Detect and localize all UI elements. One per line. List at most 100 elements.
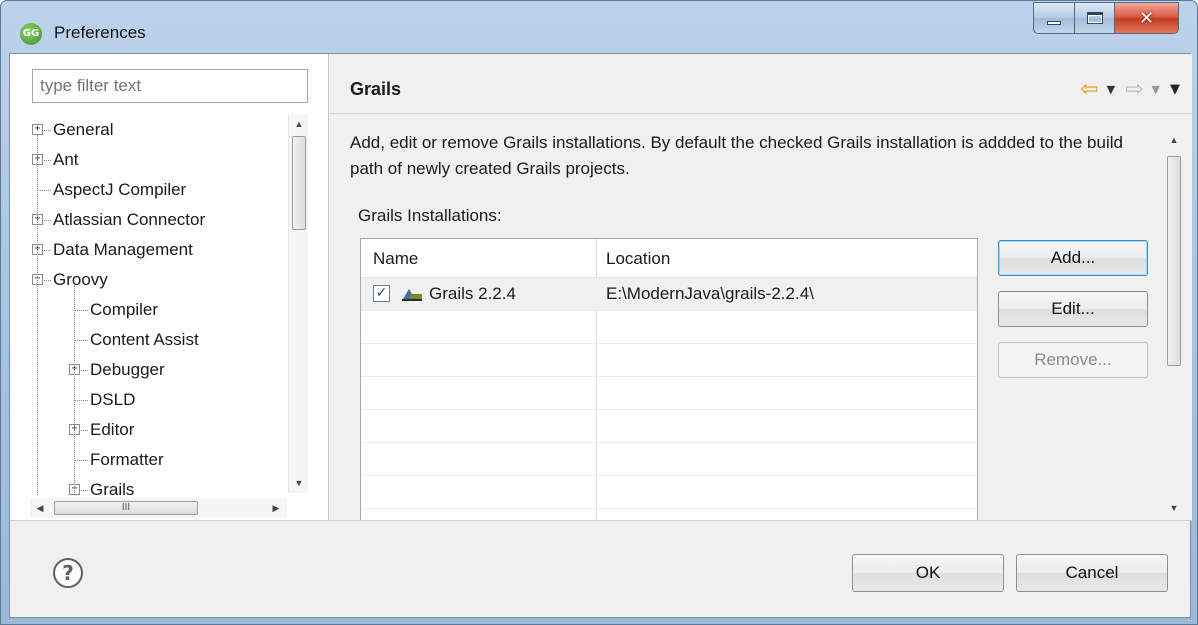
sidebar-horizontal-scrollbar[interactable]: ◀ III ▶: [30, 498, 287, 518]
scroll-right-icon[interactable]: ▶: [266, 498, 286, 518]
table-header: Name Location: [361, 239, 977, 278]
tree-item-label: Content Assist: [90, 330, 199, 349]
page-vertical-scrollbar[interactable]: ▲ ▼: [1162, 130, 1186, 520]
tree-item[interactable]: Formatter: [30, 445, 286, 475]
tree-item[interactable]: + Debugger: [30, 355, 286, 385]
dialog-client-area: + General +Ant AspectJ Compiler +Atlassian C…: [9, 53, 1192, 618]
scroll-left-icon[interactable]: ◀: [30, 498, 50, 518]
tree-item[interactable]: + Ant: [30, 145, 286, 175]
view-menu-icon[interactable]: ▼: [1170, 82, 1180, 97]
tree-connector: [44, 250, 51, 251]
scroll-thumb[interactable]: [292, 136, 306, 230]
tree-connector: [74, 310, 88, 311]
page-description: Add, edit or remove Grails installations…: [350, 133, 1123, 178]
minimize-button[interactable]: [1033, 2, 1075, 34]
tree-item-label: Debugger: [90, 360, 165, 379]
table-row: [361, 311, 977, 344]
preferences-tree: + General + Ant AspectJ Compiler + Atlassian C…: [30, 115, 286, 497]
scroll-up-icon[interactable]: ▲: [1164, 130, 1184, 150]
expand-icon[interactable]: +: [32, 124, 43, 135]
tree-connector: [44, 220, 51, 221]
forward-arrow-icon[interactable]: ⇨: [1125, 77, 1143, 102]
forward-history-dropdown-icon[interactable]: ▼: [1152, 83, 1160, 96]
footer-divider: [10, 520, 1192, 521]
tree-connector: [81, 370, 88, 371]
tree-item-label: AspectJ Compiler: [53, 180, 187, 199]
scroll-down-icon[interactable]: ▼: [1164, 498, 1184, 518]
tree-item[interactable]: + Atlassian Connector: [30, 205, 286, 235]
tree-item-label: Editor: [90, 420, 135, 439]
grails-installation-icon: [402, 289, 422, 301]
table-row[interactable]: ✓ Grails 2.2.4 E:\ModernJava\grails-2.2.4\: [361, 278, 977, 311]
tree-connector: [74, 460, 88, 461]
tree-connector: [74, 340, 88, 341]
tree-item-label: Data Management: [53, 240, 193, 259]
tree-item[interactable]: AspectJ Compiler: [30, 175, 286, 205]
tree-item[interactable]: DSLD: [30, 385, 286, 415]
ok-button[interactable]: OK: [852, 554, 1004, 592]
tree-connector: [81, 430, 88, 431]
filter-input[interactable]: [32, 69, 308, 103]
tree-item[interactable]: + Data Management: [30, 235, 286, 265]
page-navigation: ⇦ ▼ ⇨ ▼ ▼: [1080, 77, 1180, 102]
window-controls: ✕: [1033, 2, 1179, 36]
installation-name: Grails 2.2.4: [429, 284, 516, 303]
title-bar[interactable]: GG Preferences ✕: [1, 1, 1197, 53]
installation-location: E:\ModernJava\grails-2.2.4\: [606, 284, 814, 303]
tree-connector: [44, 130, 51, 131]
cancel-button[interactable]: Cancel: [1016, 554, 1168, 592]
table-row: [361, 377, 977, 410]
preferences-page: Grails ⇦ ▼ ⇨ ▼ ▼ Add, edit or remove Gra…: [330, 54, 1192, 520]
table-row: [361, 344, 977, 377]
header-divider: [330, 113, 1192, 114]
tree-item[interactable]: − Grails: [30, 475, 286, 497]
column-header-name[interactable]: Name: [373, 249, 418, 269]
installations-table: Name Location ✓ Grails 2.2.4 E:\ModernJava…: [360, 238, 978, 520]
add-button[interactable]: Add...: [998, 240, 1148, 276]
edit-button[interactable]: Edit...: [998, 291, 1148, 327]
table-row: [361, 443, 977, 476]
maximize-icon: [1086, 12, 1103, 24]
window-title: Preferences: [54, 23, 146, 42]
scroll-up-icon[interactable]: ▲: [289, 114, 309, 134]
tree-item-label: Compiler: [90, 300, 159, 319]
tree-item[interactable]: Compiler: [30, 295, 286, 325]
scroll-thumb[interactable]: [1167, 156, 1181, 366]
table-row: [361, 410, 977, 443]
close-button[interactable]: ✕: [1115, 2, 1179, 34]
back-arrow-icon[interactable]: ⇦: [1080, 77, 1098, 102]
page-header: Grails ⇦ ▼ ⇨ ▼ ▼: [330, 71, 1192, 105]
tree-connector: [74, 400, 88, 401]
tree-item-label: Atlassian Connector: [53, 210, 206, 229]
tree-connector: [37, 135, 38, 495]
tree-connector: [37, 190, 51, 191]
back-history-dropdown-icon[interactable]: ▼: [1107, 83, 1115, 96]
tree-item-label: Grails: [90, 480, 135, 497]
column-header-location[interactable]: Location: [606, 249, 670, 269]
tree-item[interactable]: Content Assist: [30, 325, 286, 355]
tree-item[interactable]: + Editor: [30, 415, 286, 445]
tree-connector: [74, 285, 75, 495]
table-row: [361, 476, 977, 509]
app-icon: GG: [20, 23, 42, 45]
preferences-window: GG Preferences ✕ + General +Ant AspectJ Com…: [0, 0, 1198, 625]
tree-item-label: Groovy: [53, 270, 108, 289]
help-icon[interactable]: ?: [53, 558, 83, 588]
sidebar-vertical-scrollbar[interactable]: ▲ ▼: [288, 114, 308, 493]
tree-item[interactable]: − Groovy: [30, 265, 286, 295]
h-scroll-thumb[interactable]: III: [54, 501, 198, 515]
tree-item-label: Ant: [53, 150, 79, 169]
maximize-button[interactable]: [1075, 2, 1115, 34]
default-installation-checkbox[interactable]: ✓: [373, 285, 390, 302]
tree-connector: [81, 490, 88, 491]
installations-label: Grails Installations:: [358, 206, 502, 225]
close-icon: ✕: [1138, 7, 1155, 29]
tree-item-label: General: [53, 120, 114, 139]
tree-connector: [44, 160, 51, 161]
tree-item-label: DSLD: [90, 390, 136, 409]
tree-connector: [44, 280, 51, 281]
tree-item[interactable]: + General: [30, 115, 286, 145]
remove-button: Remove...: [998, 342, 1148, 378]
scroll-down-icon[interactable]: ▼: [289, 473, 309, 493]
page-title: Grails: [350, 79, 402, 99]
